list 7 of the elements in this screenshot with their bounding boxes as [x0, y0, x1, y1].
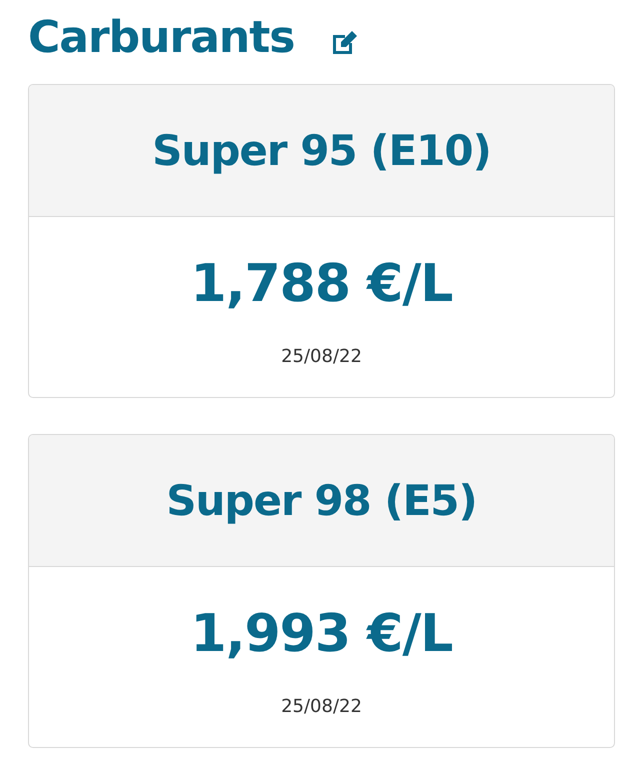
price-date: 25/08/22: [281, 695, 362, 719]
fuel-price: 1,788 €/L: [190, 253, 452, 316]
page-title: Carburants: [28, 11, 294, 65]
fuel-name: Super 98 (E5): [166, 475, 477, 527]
fuel-name: Super 95 (E10): [152, 125, 491, 177]
fuel-price: 1,993 €/L: [190, 603, 452, 666]
price-date: 25/08/22: [281, 345, 362, 369]
